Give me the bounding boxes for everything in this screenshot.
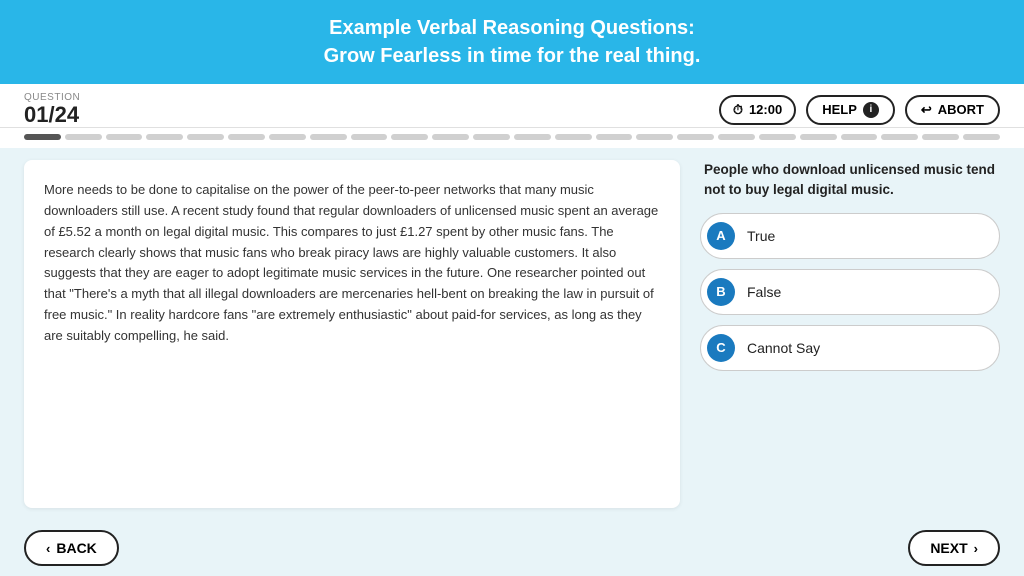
- option-label-a: True: [747, 228, 775, 244]
- nav-controls: ⏱ 12:00 HELP i ↩ ABORT: [719, 95, 1000, 125]
- option-badge-a: A: [707, 222, 735, 250]
- progress-track: [24, 134, 1000, 140]
- progress-segment: [24, 134, 61, 140]
- progress-segment: [269, 134, 306, 140]
- progress-segment: [636, 134, 673, 140]
- option-badge-b: B: [707, 278, 735, 306]
- progress-segment: [800, 134, 837, 140]
- progress-bar-container: [0, 128, 1024, 148]
- progress-segment: [65, 134, 102, 140]
- back-chevron-icon: ‹: [46, 541, 50, 556]
- answer-options: A True B False C Cannot Say: [700, 213, 1000, 371]
- back-button[interactable]: ‹ BACK: [24, 530, 119, 566]
- question-statement: People who download unlicensed music ten…: [700, 160, 1000, 201]
- answer-option-b[interactable]: B False: [700, 269, 1000, 315]
- next-chevron-icon: ›: [974, 541, 978, 556]
- progress-segment: [841, 134, 878, 140]
- timer-value: 12:00: [749, 102, 782, 117]
- help-label: HELP: [822, 102, 857, 117]
- progress-segment: [228, 134, 265, 140]
- next-button[interactable]: NEXT ›: [908, 530, 1000, 566]
- question-card: More needs to be done to capitalise on t…: [24, 160, 680, 508]
- progress-segment: [106, 134, 143, 140]
- progress-segment: [596, 134, 633, 140]
- answer-option-c[interactable]: C Cannot Say: [700, 325, 1000, 371]
- passage-text: More needs to be done to capitalise on t…: [44, 180, 660, 346]
- option-label-c: Cannot Say: [747, 340, 820, 356]
- option-badge-c: C: [707, 334, 735, 362]
- main-content: More needs to be done to capitalise on t…: [0, 148, 1024, 520]
- header-title: Example Verbal Reasoning Questions: Grow…: [20, 14, 1004, 70]
- back-label: BACK: [56, 540, 96, 556]
- clock-icon: ⏱: [733, 102, 743, 118]
- option-label-b: False: [747, 284, 781, 300]
- abort-icon: ↩: [921, 102, 932, 118]
- progress-segment: [963, 134, 1000, 140]
- progress-segment: [718, 134, 755, 140]
- footer: ‹ BACK NEXT ›: [0, 520, 1024, 576]
- abort-button[interactable]: ↩ ABORT: [905, 95, 1000, 125]
- question-label: QUESTION 01/24: [24, 92, 80, 127]
- progress-segment: [310, 134, 347, 140]
- progress-segment: [922, 134, 959, 140]
- progress-segment: [351, 134, 388, 140]
- progress-segment: [187, 134, 224, 140]
- progress-segment: [473, 134, 510, 140]
- next-label: NEXT: [930, 540, 967, 556]
- page-header: Example Verbal Reasoning Questions: Grow…: [0, 0, 1024, 84]
- progress-segment: [391, 134, 428, 140]
- help-button[interactable]: HELP i: [806, 95, 895, 125]
- progress-segment: [514, 134, 551, 140]
- answer-option-a[interactable]: A True: [700, 213, 1000, 259]
- right-panel: People who download unlicensed music ten…: [700, 160, 1000, 508]
- progress-segment: [146, 134, 183, 140]
- progress-segment: [432, 134, 469, 140]
- timer-button[interactable]: ⏱ 12:00: [719, 95, 796, 125]
- question-number: 01/24: [24, 103, 80, 127]
- progress-segment: [555, 134, 592, 140]
- help-info-icon: i: [863, 102, 879, 118]
- progress-segment: [759, 134, 796, 140]
- progress-segment: [881, 134, 918, 140]
- navbar: QUESTION 01/24 ⏱ 12:00 HELP i ↩ ABORT: [0, 84, 1024, 128]
- abort-label: ABORT: [938, 102, 984, 117]
- progress-segment: [677, 134, 714, 140]
